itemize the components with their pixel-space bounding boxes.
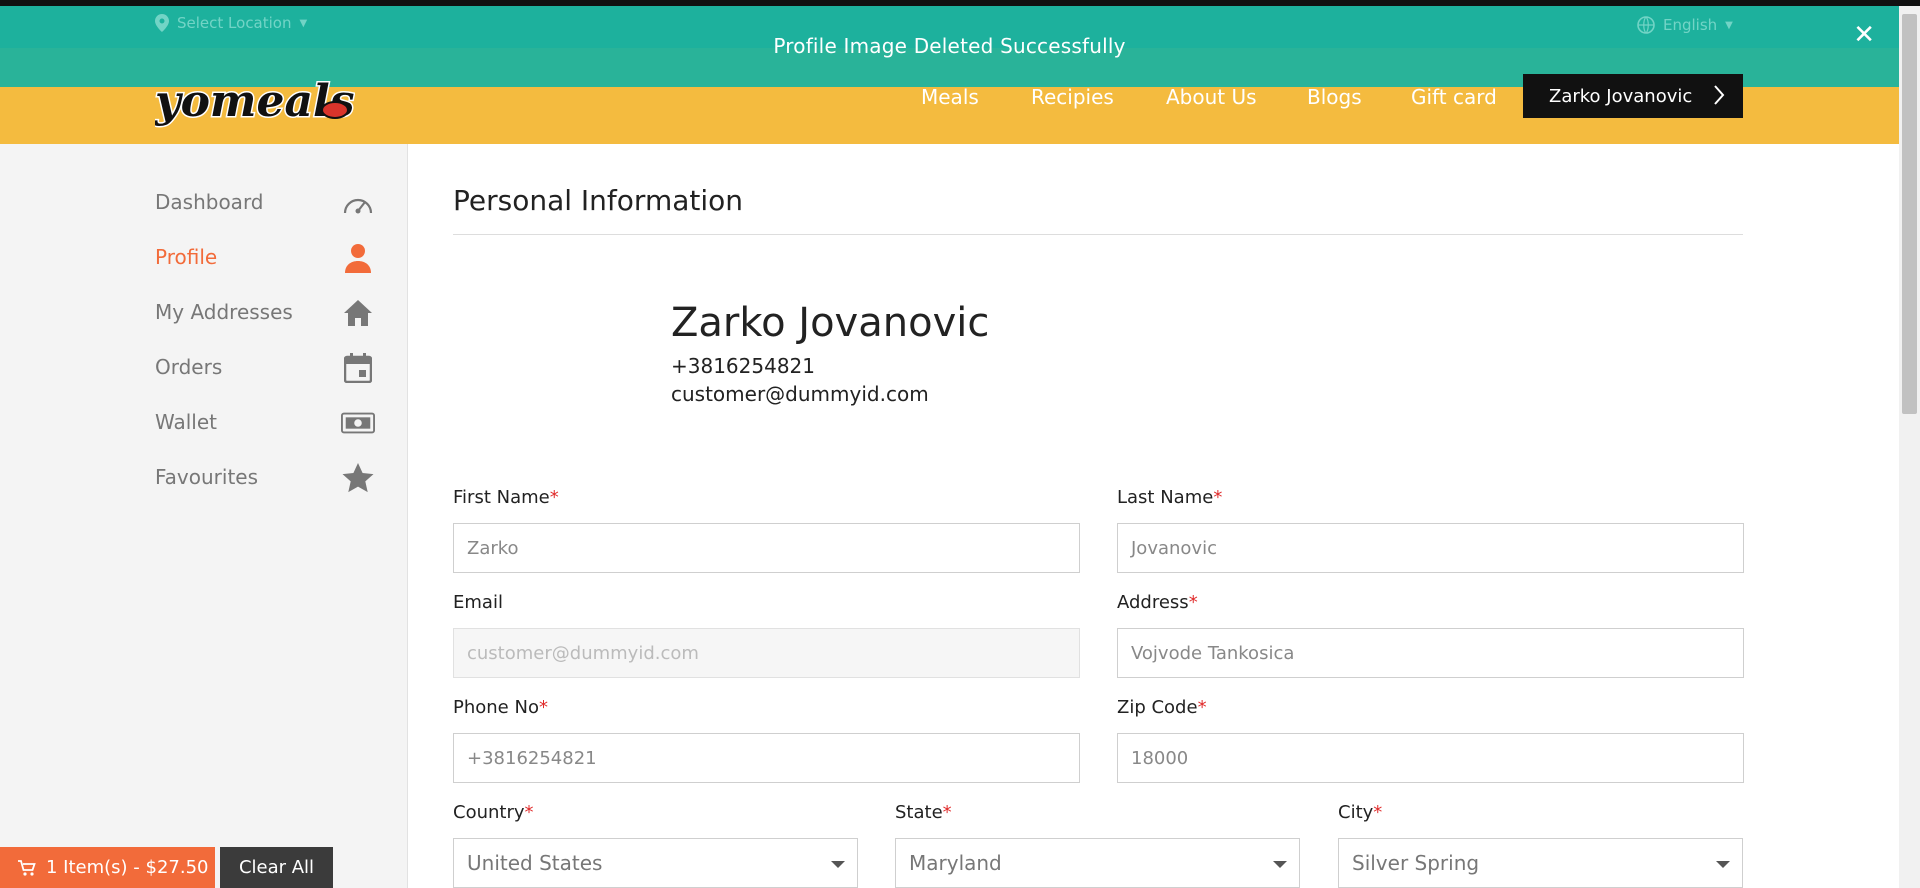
sidebar-item-wallet[interactable]: Wallet [155, 402, 375, 442]
sidebar-item-label: Favourites [155, 465, 259, 489]
zip-code-label-text: Zip Code [1117, 697, 1198, 718]
profile-main: Personal Information Zarko Jovanovic +38… [408, 144, 1899, 888]
first-name-input[interactable]: Zarko [453, 523, 1080, 573]
state-label: State* [895, 802, 952, 823]
email-field: customer@dummyid.com [453, 628, 1080, 678]
required-mark: * [1188, 592, 1198, 613]
chevron-right-icon [1714, 85, 1725, 105]
country-label-text: Country [453, 802, 525, 823]
address-input[interactable]: Vojvode Tankosica [1117, 628, 1744, 678]
language-label: English [1663, 16, 1718, 34]
cart-summary-button[interactable]: 1 Item(s) - $27.50 [0, 847, 215, 888]
required-mark: * [549, 487, 559, 508]
page-scrollbar[interactable] [1899, 6, 1920, 888]
phone-label-text: Phone No [453, 697, 539, 718]
sidebar-item-dashboard[interactable]: Dashboard [155, 182, 375, 222]
section-title: Personal Information [453, 184, 744, 217]
state-label-text: State [895, 802, 943, 823]
brand-logo[interactable]: yomeals [153, 58, 356, 134]
nav-meals[interactable]: Meals [921, 85, 979, 109]
required-mark: * [1213, 487, 1223, 508]
location-label: Select Location [177, 14, 292, 32]
profile-email: customer@dummyid.com [671, 382, 929, 406]
sidebar-item-label: Orders [155, 355, 223, 379]
chevron-down-icon: ▼ [299, 17, 308, 29]
sidebar-item-orders[interactable]: Orders [155, 347, 375, 387]
city-value: Silver Spring [1352, 851, 1480, 875]
logo-bowl-mark [321, 101, 349, 119]
chevron-down-icon [1716, 861, 1730, 868]
zip-code-label: Zip Code* [1117, 697, 1207, 718]
user-name: Zarko Jovanovic [1549, 85, 1693, 107]
phone-input[interactable]: +3816254821 [453, 733, 1080, 783]
chevron-down-icon: ▼ [1725, 19, 1733, 31]
address-label: Address* [1117, 592, 1198, 613]
clear-all-button[interactable]: Clear All [220, 847, 333, 888]
location-selector[interactable]: Select Location ▼ [155, 14, 307, 32]
required-mark: * [524, 802, 534, 823]
sidebar-item-my-addresses[interactable]: My Addresses [155, 292, 375, 332]
first-name-label: First Name* [453, 487, 559, 508]
zip-code-input[interactable]: 18000 [1117, 733, 1744, 783]
scrollbar-thumb[interactable] [1902, 14, 1917, 414]
sidebar-item-label: My Addresses [155, 300, 293, 324]
address-label-text: Address [1117, 592, 1189, 613]
toast-message: Profile Image Deleted Successfully [773, 34, 1126, 58]
globe-icon [1637, 16, 1655, 34]
last-name-input[interactable]: Jovanovic [1117, 523, 1744, 573]
location-pin-icon [155, 14, 169, 32]
language-selector[interactable]: English ▼ [1637, 16, 1733, 34]
country-label: Country* [453, 802, 534, 823]
person-icon [341, 241, 375, 275]
cart-icon [18, 859, 36, 876]
star-icon [341, 461, 375, 495]
sidebar-item-label: Profile [155, 245, 218, 269]
speedometer-icon [341, 186, 375, 220]
sidebar-item-favourites[interactable]: Favourites [155, 457, 375, 497]
last-name-label: Last Name* [1117, 487, 1222, 508]
state-select[interactable]: Maryland [895, 838, 1300, 888]
chevron-down-icon [1273, 861, 1287, 868]
required-mark: * [1197, 697, 1207, 718]
chevron-down-icon [831, 861, 845, 868]
section-divider [453, 234, 1743, 235]
required-mark: * [1373, 802, 1383, 823]
last-name-label-text: Last Name [1117, 487, 1214, 508]
country-value: United States [467, 851, 603, 875]
cart-summary-text: 1 Item(s) - $27.50 [46, 857, 209, 878]
user-account-button[interactable]: Zarko Jovanovic [1523, 74, 1743, 118]
city-select[interactable]: Silver Spring [1338, 838, 1743, 888]
nav-recipies[interactable]: Recipies [1031, 85, 1114, 109]
logo-wordmark: yomeals [155, 76, 354, 127]
email-label: Email [453, 592, 503, 613]
profile-phone: +3816254821 [671, 354, 816, 378]
sidebar-item-label: Dashboard [155, 190, 264, 214]
first-name-label-text: First Name [453, 487, 550, 508]
nav-gift-card[interactable]: Gift card [1411, 85, 1497, 109]
sidebar-item-profile[interactable]: Profile [155, 237, 375, 277]
profile-sidebar: Dashboard Profile My Addresses Orders Wa… [0, 144, 408, 888]
profile-name: Zarko Jovanovic [671, 300, 990, 346]
state-value: Maryland [909, 851, 1002, 875]
city-label-text: City [1338, 802, 1374, 823]
sidebar-item-label: Wallet [155, 410, 218, 434]
home-icon [341, 296, 375, 330]
close-icon[interactable]: ✕ [1853, 20, 1875, 50]
nav-about-us[interactable]: About Us [1166, 85, 1257, 109]
required-mark: * [538, 697, 548, 718]
money-icon [341, 406, 375, 440]
required-mark: * [942, 802, 952, 823]
calendar-icon [341, 351, 375, 385]
phone-label: Phone No* [453, 697, 548, 718]
city-label: City* [1338, 802, 1382, 823]
nav-blogs[interactable]: Blogs [1307, 85, 1362, 109]
country-select[interactable]: United States [453, 838, 858, 888]
